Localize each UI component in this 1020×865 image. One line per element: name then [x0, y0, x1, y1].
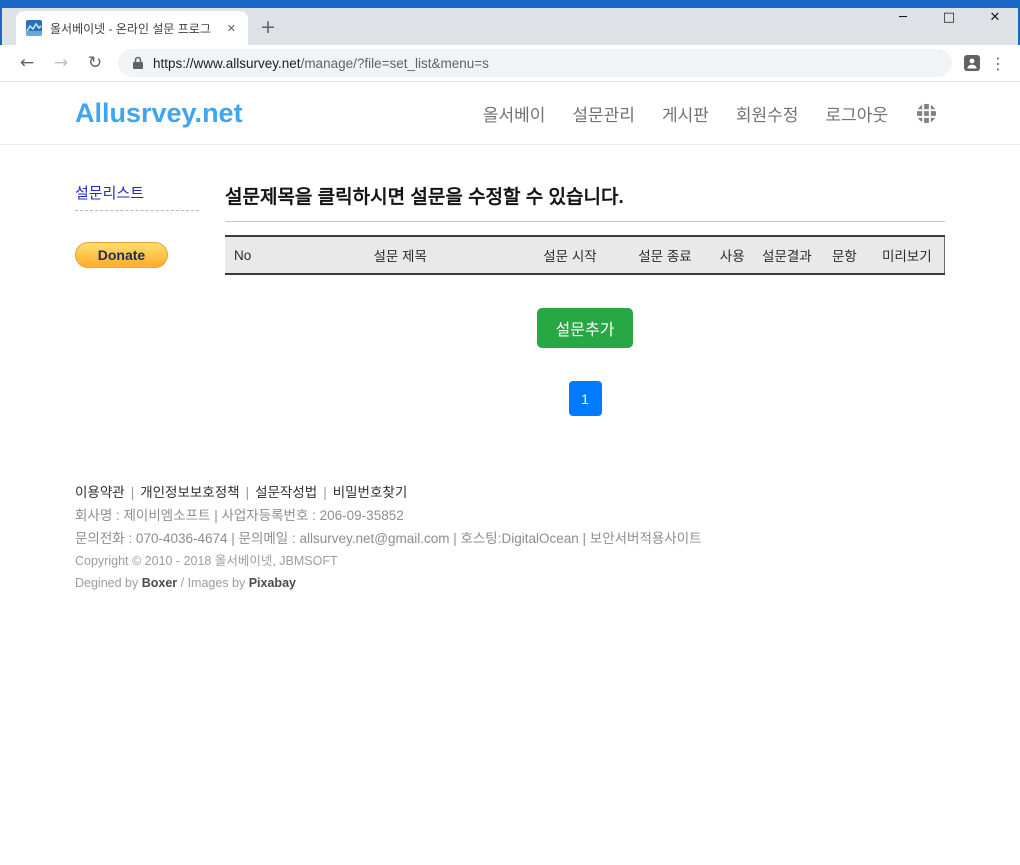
column-header-survey-end: 설문 종료: [620, 236, 710, 274]
footer-separator: |: [125, 485, 141, 500]
globe-icon[interactable]: [915, 102, 938, 125]
site-logo[interactable]: Allusrvey.net: [75, 98, 243, 129]
window-controls: ─ □ ✕: [880, 2, 1018, 32]
nav-item-allsurvey[interactable]: 올서베이: [483, 101, 546, 126]
table-header-row: No 설문 제목 설문 시작 설문 종료 사용 설문결과 문항 미리보기: [225, 236, 945, 274]
url-origin: https://www.allsurvey.net: [153, 56, 301, 71]
credits-middle: / Images by: [177, 576, 249, 590]
footer-company-info: 회사명 : 제이비엠소프트 | 사업자등록번호 : 206-09-35852: [75, 504, 945, 527]
profile-icon[interactable]: [958, 49, 986, 77]
maximize-icon[interactable]: □: [926, 2, 972, 32]
back-icon[interactable]: ←: [13, 49, 41, 77]
footer-separator: |: [317, 485, 333, 500]
site-footer: 이용약관|개인정보보호정책|설문작성법|비밀번호찾기 회사명 : 제이비엠소프트…: [0, 416, 1020, 594]
page-button-1[interactable]: 1: [569, 381, 602, 416]
sidebar-item-survey-list[interactable]: 설문리스트: [75, 182, 199, 211]
add-survey-button[interactable]: 설문추가: [537, 308, 634, 348]
footer-link-privacy[interactable]: 개인정보보호정책: [140, 485, 239, 500]
nav-item-member-edit[interactable]: 회원수정: [736, 101, 799, 126]
main-panel: 설문제목을 클릭하시면 설문을 수정할 수 있습니다. No 설문 제목 설문 …: [225, 182, 945, 416]
tab-title: 올서베이넷 - 온라인 설문 프로그: [50, 20, 223, 37]
footer-link-survey-guide[interactable]: 설문작성법: [255, 485, 317, 500]
window-titlebar: [0, 0, 1020, 8]
new-tab-icon[interactable]: +: [260, 18, 276, 37]
browser-chrome: 올서베이넷 - 온라인 설문 프로그 ✕ + ─ □ ✕ ← → ↻ https…: [0, 0, 1020, 82]
main-nav: 올서베이 설문관리 게시판 회원수정 로그아웃: [483, 101, 938, 126]
column-header-no: No: [225, 236, 280, 274]
lock-icon[interactable]: [132, 56, 144, 70]
url-path: /manage/?file=set_list&menu=s: [301, 56, 489, 71]
column-header-use: 사용: [710, 236, 755, 274]
browser-menu-icon[interactable]: ⋮: [986, 49, 1010, 77]
forward-icon: →: [47, 49, 75, 77]
column-header-question-count: 문항: [819, 236, 869, 274]
browser-toolbar: ← → ↻ https://www.allsurvey.net/manage/?…: [0, 45, 1020, 82]
credits-prefix: Degined by: [75, 576, 142, 590]
nav-item-survey-manage[interactable]: 설문관리: [572, 101, 635, 126]
column-header-survey-title: 설문 제목: [280, 236, 520, 274]
close-icon[interactable]: ✕: [972, 2, 1018, 32]
tab-strip: 올서베이넷 - 온라인 설문 프로그 ✕ + ─ □ ✕: [0, 8, 1020, 45]
refresh-icon[interactable]: ↻: [81, 49, 109, 77]
site-favicon-icon: [26, 20, 42, 36]
address-bar[interactable]: https://www.allsurvey.net/manage/?file=s…: [118, 49, 952, 77]
donate-button[interactable]: Donate: [75, 242, 168, 268]
footer-link-find-password[interactable]: 비밀번호찾기: [333, 485, 408, 500]
credits-boxer-link[interactable]: Boxer: [142, 576, 177, 590]
tab-close-icon[interactable]: ✕: [223, 20, 240, 37]
column-header-survey-result: 설문결과: [755, 236, 820, 274]
footer-link-terms[interactable]: 이용약관: [75, 485, 125, 500]
footer-contact-info: 문의전화 : 070-4036-4674 | 문의메일 : allsurvey.…: [75, 527, 945, 550]
column-header-preview: 미리보기: [870, 236, 945, 274]
pagination: 1: [225, 381, 945, 416]
sidebar: 설문리스트 Donate: [75, 182, 225, 416]
footer-credits: Degined by Boxer / Images by Pixabay: [75, 573, 945, 594]
footer-separator: |: [240, 485, 256, 500]
column-header-survey-start: 설문 시작: [520, 236, 620, 274]
credits-pixabay-link[interactable]: Pixabay: [249, 576, 296, 590]
page-content: 설문리스트 Donate 설문제목을 클릭하시면 설문을 수정할 수 있습니다.…: [0, 182, 1020, 416]
browser-tab[interactable]: 올서베이넷 - 온라인 설문 프로그 ✕: [16, 11, 248, 45]
nav-item-logout[interactable]: 로그아웃: [825, 101, 888, 126]
nav-item-board[interactable]: 게시판: [662, 101, 709, 126]
minimize-icon[interactable]: ─: [880, 2, 926, 32]
page-title: 설문제목을 클릭하시면 설문을 수정할 수 있습니다.: [225, 182, 945, 222]
site-header: Allusrvey.net 올서베이 설문관리 게시판 회원수정 로그아웃: [0, 82, 1020, 145]
footer-copyright: Copyright © 2010 - 2018 올서베이넷, JBMSOFT: [75, 550, 945, 573]
url-text[interactable]: https://www.allsurvey.net/manage/?file=s…: [153, 56, 489, 71]
survey-table: No 설문 제목 설문 시작 설문 종료 사용 설문결과 문항 미리보기: [225, 235, 945, 275]
footer-links: 이용약관|개인정보보호정책|설문작성법|비밀번호찾기: [75, 481, 945, 504]
